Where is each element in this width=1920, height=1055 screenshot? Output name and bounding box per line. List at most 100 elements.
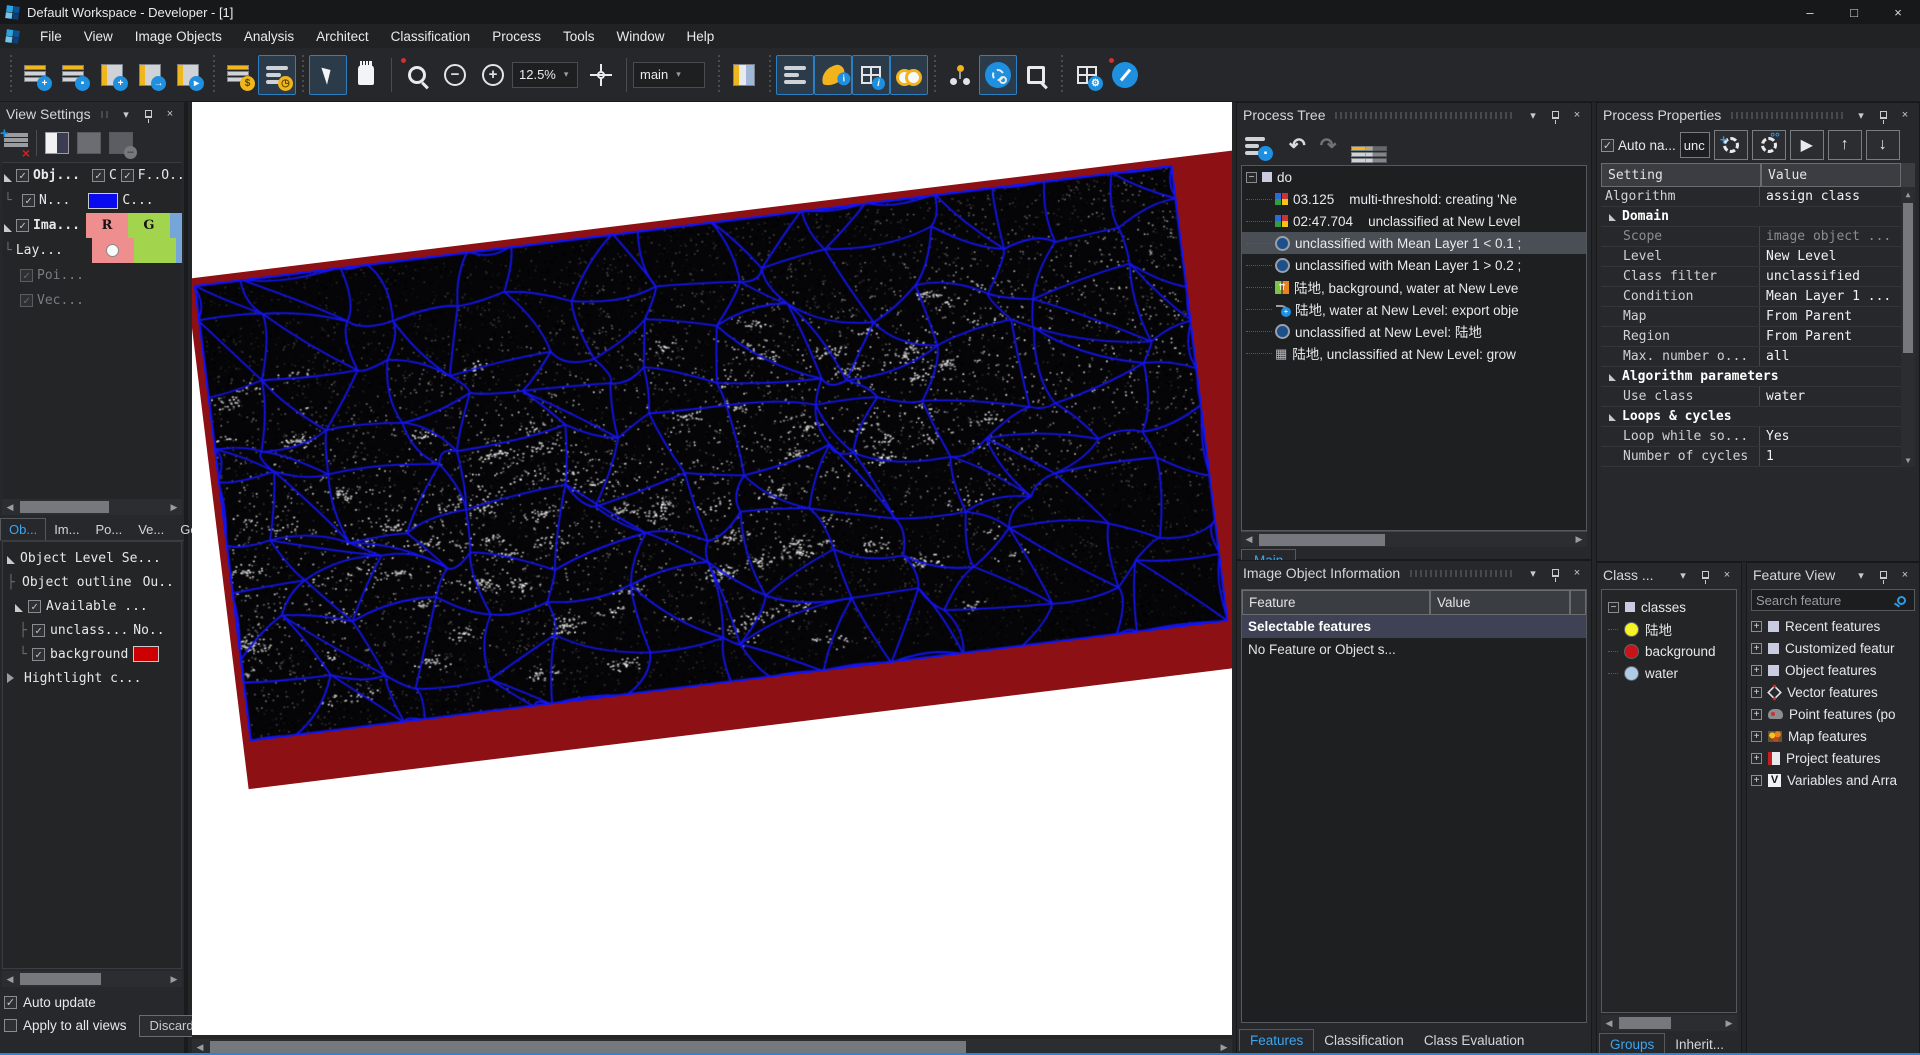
- scroll-left-icon[interactable]: ◀: [2, 499, 18, 515]
- view-settings-hscrollbar[interactable]: ◀ ▶: [2, 499, 182, 515]
- red-channel-header[interactable]: R: [86, 213, 128, 238]
- expand-icon[interactable]: +: [1751, 621, 1762, 632]
- tree-row-points[interactable]: ✓ Poi...: [2, 263, 182, 288]
- green-channel-header[interactable]: G: [128, 213, 170, 238]
- red-channel-cell[interactable]: [92, 238, 134, 263]
- zoom-select-button[interactable]: [398, 55, 436, 95]
- panel-grip[interactable]: [1410, 570, 1515, 577]
- background-checkbox[interactable]: ✓: [32, 648, 45, 661]
- process-tree-item-1[interactable]: 03.125multi-threshold: creating 'Ne: [1242, 188, 1586, 210]
- map-select[interactable]: main▾: [633, 62, 705, 88]
- classification-checkbox[interactable]: ✓: [92, 169, 105, 182]
- add-remove-layer-icon[interactable]: [4, 132, 28, 154]
- pin-icon[interactable]: [140, 106, 156, 122]
- vectors-checkbox[interactable]: ✓: [20, 294, 33, 307]
- outline-color-swatch[interactable]: [88, 193, 118, 209]
- feature-group-5[interactable]: +Map features: [1747, 725, 1919, 747]
- move-down-button[interactable]: ↓: [1866, 130, 1900, 160]
- feature-group-6[interactable]: +Project features: [1747, 747, 1919, 769]
- outline-checkbox[interactable]: ✓: [22, 194, 35, 207]
- feature-search-input[interactable]: [1752, 593, 1897, 608]
- select-cursor-button[interactable]: [309, 55, 347, 95]
- show-preview-button[interactable]: [890, 55, 928, 95]
- scroll-right-icon[interactable]: ▶: [1571, 532, 1587, 548]
- process-tree-item-2[interactable]: 02:47.704unclassified at New Level: [1242, 210, 1586, 232]
- column-value[interactable]: Value: [1430, 590, 1570, 615]
- scroll-right-icon[interactable]: ▶: [1721, 1015, 1737, 1031]
- execute-process-button[interactable]: ▶: [1790, 130, 1824, 160]
- chevron-down-icon[interactable]: ▾: [1525, 107, 1541, 123]
- process-tree-item-5[interactable]: ⇈陆地, background, water at New Leve: [1242, 276, 1586, 298]
- menu-item-analysis[interactable]: Analysis: [233, 26, 305, 47]
- selectable-features-row[interactable]: Selectable features: [1242, 615, 1587, 638]
- blue-channel-cell[interactable]: [176, 238, 182, 263]
- grid-settings-button[interactable]: ⚙: [1068, 55, 1106, 95]
- remove-view-button[interactable]: [109, 132, 133, 154]
- pp-row-0[interactable]: Algorithmassign class: [1601, 187, 1901, 207]
- add-layer-button[interactable]: +: [93, 55, 131, 95]
- workspace-button[interactable]: $: [220, 55, 258, 95]
- close-icon[interactable]: ×: [1897, 567, 1913, 583]
- single-view-button[interactable]: [77, 132, 101, 154]
- menu-item-help[interactable]: Help: [676, 26, 726, 47]
- expander-icon[interactable]: [4, 174, 12, 182]
- tree-row-layer[interactable]: └ Lay...: [2, 238, 182, 263]
- pin-icon[interactable]: [1697, 567, 1713, 583]
- close-icon[interactable]: ×: [1897, 107, 1913, 123]
- green-channel-cell[interactable]: [134, 238, 176, 263]
- view-classification-button[interactable]: i: [814, 55, 852, 95]
- left-tab-Ob[interactable]: Ob...: [0, 518, 46, 540]
- pp-grid-vscrollbar[interactable]: ▲ ▼: [1901, 187, 1915, 467]
- process-history-button[interactable]: ◷: [258, 55, 296, 95]
- left-tab-Ve[interactable]: Ve...: [130, 519, 172, 540]
- pin-icon[interactable]: [1547, 107, 1563, 123]
- scroll-up-icon[interactable]: ▲: [1901, 187, 1915, 201]
- process-tree-item-3[interactable]: unclassified with Mean Layer 1 < 0.1 ;: [1242, 232, 1586, 254]
- scroll-left-icon[interactable]: ◀: [192, 1039, 208, 1055]
- tree-row-outline[interactable]: └ ✓ N... C...: [2, 188, 182, 213]
- zoom-in-button[interactable]: +: [474, 55, 512, 95]
- tab-classification[interactable]: Classification: [1314, 1030, 1414, 1051]
- process-tree-item-4[interactable]: unclassified with Mean Layer 1 > 0.2 ;: [1242, 254, 1586, 276]
- pp-row-9[interactable]: Algorithm parameters: [1601, 367, 1901, 387]
- expander-icon[interactable]: [4, 224, 12, 232]
- expand-icon[interactable]: +: [1751, 665, 1762, 676]
- apply-all-views-checkbox[interactable]: [4, 1019, 17, 1032]
- pin-icon[interactable]: [1547, 565, 1563, 581]
- pp-row-7[interactable]: RegionFrom Parent: [1601, 327, 1901, 347]
- auto-update-checkbox[interactable]: ✓: [4, 996, 17, 1009]
- chevron-down-icon[interactable]: ▾: [1675, 567, 1691, 583]
- edit-polygon-button[interactable]: [1106, 55, 1144, 95]
- class-item-0[interactable]: 陆地: [1602, 618, 1736, 640]
- close-icon[interactable]: ×: [1569, 565, 1585, 581]
- split-view-button[interactable]: [45, 132, 69, 154]
- move-up-button[interactable]: ↑: [1828, 130, 1862, 160]
- settings-button[interactable]: [979, 55, 1017, 95]
- tree-row-available[interactable]: ✓ Available ...: [3, 594, 181, 618]
- panel-grip[interactable]: [1335, 112, 1515, 119]
- unclassified-checkbox[interactable]: ✓: [32, 624, 45, 637]
- menu-item-classification[interactable]: Classification: [380, 26, 482, 47]
- menu-item-image-objects[interactable]: Image Objects: [124, 26, 233, 47]
- pp-row-10[interactable]: Use classwater: [1601, 387, 1901, 407]
- image-layer-mixing-button[interactable]: [725, 55, 763, 95]
- expand-icon[interactable]: +: [1751, 753, 1762, 764]
- maximize-button[interactable]: □: [1832, 0, 1876, 24]
- process-tree-item-6[interactable]: 陆地, water at New Level: export obje: [1242, 298, 1586, 320]
- import-layer-button[interactable]: →: [131, 55, 169, 95]
- object-levels-hscrollbar[interactable]: ◀ ▶: [2, 971, 182, 987]
- minimize-button[interactable]: –: [1788, 0, 1832, 24]
- main-view-hscrollbar[interactable]: ◀ ▶: [192, 1039, 1232, 1055]
- tab-groups[interactable]: Groups: [1599, 1033, 1665, 1055]
- edit-process-button[interactable]: [1714, 130, 1748, 160]
- navigate-button[interactable]: [582, 55, 620, 95]
- scroll-right-icon[interactable]: ▶: [166, 971, 182, 987]
- process-tree-item-8[interactable]: ▦陆地, unclassified at New Level: grow: [1242, 342, 1586, 364]
- zoom-level-select[interactable]: 12.5%▾: [512, 62, 578, 88]
- search-icon[interactable]: [1897, 596, 1906, 605]
- menu-item-process[interactable]: Process: [481, 26, 552, 47]
- expand-icon[interactable]: +: [1751, 731, 1762, 742]
- expand-icon[interactable]: +: [1751, 775, 1762, 786]
- menu-item-file[interactable]: File: [29, 26, 73, 47]
- zoom-window-button[interactable]: [1017, 55, 1055, 95]
